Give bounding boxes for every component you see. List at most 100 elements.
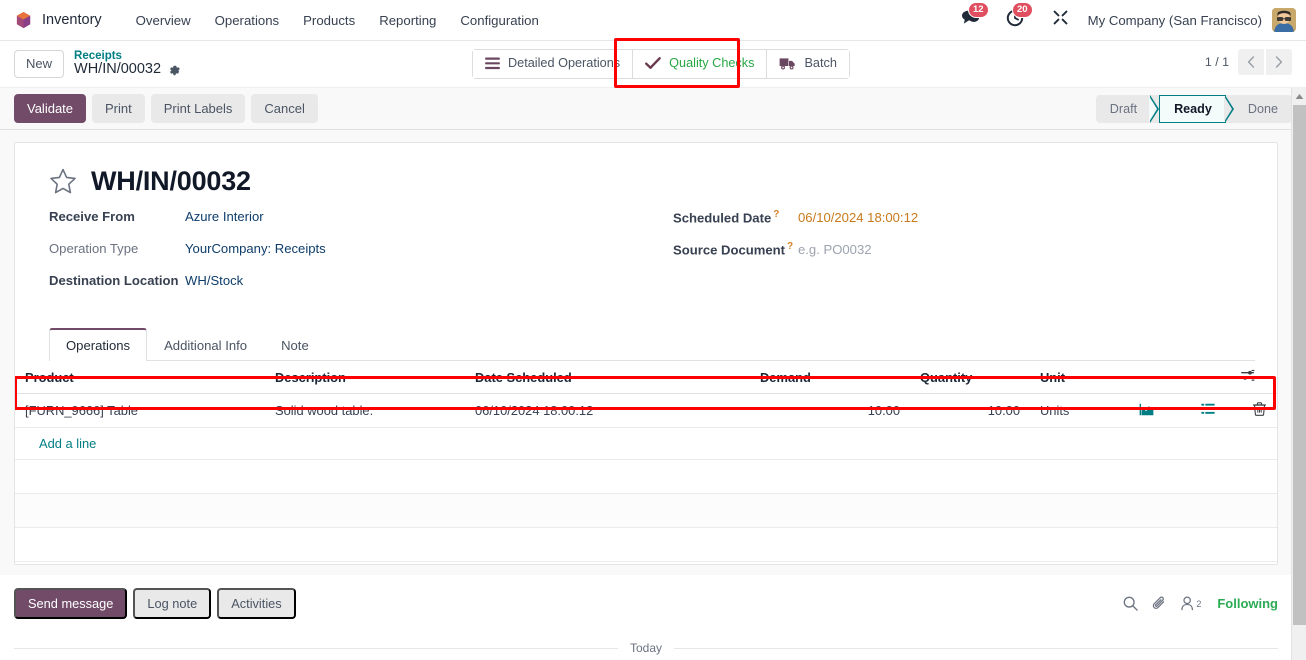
- sheet-container: WH/IN/00032 Receive From Azure Interior …: [0, 130, 1306, 575]
- status-done[interactable]: Done: [1234, 95, 1292, 123]
- app-name[interactable]: Inventory: [42, 12, 102, 28]
- filler-row: [15, 527, 1277, 562]
- field-label-source-document: Source Document?: [673, 241, 798, 257]
- attachment-paperclip-icon[interactable]: [1152, 596, 1167, 611]
- send-message-button[interactable]: Send message: [14, 588, 128, 620]
- status-bar: Draft Ready Done: [1095, 94, 1292, 123]
- print-button[interactable]: Print: [92, 93, 145, 124]
- col-quantity[interactable]: Quantity: [910, 361, 1030, 394]
- forecast-report-button[interactable]: [1115, 393, 1177, 428]
- title-row: WH/IN/00032: [49, 166, 1255, 197]
- field-destination-location: Destination Location WH/Stock: [49, 273, 664, 305]
- today-separator: Today: [14, 641, 1278, 655]
- bug-wrench-icon: [1052, 9, 1069, 31]
- menu-overview[interactable]: Overview: [124, 9, 203, 32]
- activities-button[interactable]: Activities: [217, 588, 296, 620]
- detailed-operations-button[interactable]: Detailed Operations: [473, 50, 634, 78]
- action-bar: Validate Print Print Labels Cancel Draft…: [0, 87, 1306, 130]
- print-labels-button[interactable]: Print Labels: [150, 93, 246, 124]
- field-receive-from: Receive From Azure Interior: [49, 209, 664, 241]
- tab-additional-info[interactable]: Additional Info: [147, 328, 264, 361]
- field-value-destination-location[interactable]: WH/Stock: [185, 273, 243, 288]
- menu-reporting[interactable]: Reporting: [367, 9, 448, 32]
- detailed-operations-row-button[interactable]: [1177, 393, 1239, 428]
- help-tooltip-icon[interactable]: ?: [787, 241, 793, 252]
- field-group-right: Scheduled Date? 06/10/2024 18:00:12 Sour…: [673, 209, 1233, 305]
- quality-checks-button[interactable]: Quality Checks: [633, 50, 768, 78]
- field-source-document: Source Document? e.g. PO0032: [673, 241, 1233, 273]
- menu-configuration[interactable]: Configuration: [448, 9, 550, 32]
- cell-demand[interactable]: 10.00: [750, 393, 910, 428]
- help-tooltip-icon[interactable]: ?: [773, 209, 779, 220]
- cell-unit[interactable]: Units: [1030, 393, 1115, 428]
- delete-row-button[interactable]: [1239, 393, 1277, 428]
- cancel-button[interactable]: Cancel: [251, 93, 318, 124]
- area-chart-icon: [1139, 403, 1154, 416]
- status-draft[interactable]: Draft: [1096, 95, 1151, 123]
- col-description[interactable]: Description: [265, 361, 465, 394]
- company-switcher[interactable]: My Company (San Francisco): [1078, 13, 1270, 28]
- activities-badge: 20: [1012, 1, 1033, 18]
- field-group-left: Receive From Azure Interior Operation Ty…: [49, 209, 664, 305]
- optional-columns-toggle[interactable]: [1239, 361, 1277, 394]
- control-panel-button-group: Detailed Operations Quality Checks Batch: [472, 49, 850, 79]
- table-row[interactable]: [FURN_9666] Table Solid wood table. 06/1…: [15, 393, 1277, 428]
- pager-next-button[interactable]: [1266, 49, 1292, 75]
- messages-button[interactable]: 12: [952, 2, 989, 31]
- quality-checks-label: Quality Checks: [669, 56, 755, 70]
- source-document-label-text: Source Document: [673, 242, 786, 258]
- add-a-line-button[interactable]: Add a line: [39, 436, 96, 451]
- user-avatar[interactable]: [1272, 8, 1296, 32]
- field-value-source-document[interactable]: e.g. PO0032: [798, 242, 872, 257]
- top-navbar: Inventory Overview Operations Products R…: [0, 0, 1306, 41]
- menu-products[interactable]: Products: [291, 9, 367, 32]
- field-value-scheduled-date[interactable]: 06/10/2024 18:00:12: [798, 210, 918, 225]
- col-demand[interactable]: Demand: [750, 361, 910, 394]
- following-status[interactable]: Following: [1217, 596, 1278, 611]
- cell-description[interactable]: Solid wood table.: [265, 393, 465, 428]
- messages-badge: 12: [968, 2, 989, 18]
- operations-table: Product Description Date Scheduled Deman…: [15, 361, 1277, 562]
- scroll-up-button[interactable]: [1292, 88, 1306, 104]
- cell-product[interactable]: [FURN_9666] Table: [15, 393, 265, 428]
- vertical-scrollbar[interactable]: [1291, 88, 1306, 660]
- batch-label: Batch: [804, 56, 837, 70]
- field-operation-type: Operation Type YourCompany: Receipts: [49, 241, 664, 273]
- search-icon[interactable]: [1123, 596, 1139, 611]
- menu-operations[interactable]: Operations: [203, 9, 292, 32]
- tab-operations[interactable]: Operations: [49, 328, 148, 361]
- tab-note[interactable]: Note: [264, 328, 326, 361]
- cell-date-scheduled[interactable]: 06/10/2024 18:00:12: [465, 393, 750, 428]
- scrollbar-thumb[interactable]: [1293, 105, 1306, 625]
- batch-button[interactable]: Batch: [767, 50, 849, 78]
- developer-tools-button[interactable]: [1043, 9, 1078, 31]
- validate-button[interactable]: Validate: [14, 93, 87, 124]
- cell-quantity[interactable]: 10.00: [910, 393, 1030, 428]
- status-ready[interactable]: Ready: [1159, 94, 1226, 123]
- field-label-destination-location: Destination Location: [49, 273, 179, 288]
- today-label: Today: [629, 641, 663, 656]
- breadcrumb-current: WH/IN/00032: [74, 61, 181, 78]
- log-note-button[interactable]: Log note: [133, 588, 212, 620]
- breadcrumb: Receipts WH/IN/00032: [74, 50, 181, 79]
- field-value-operation-type[interactable]: YourCompany: Receipts: [185, 241, 326, 256]
- star-icon[interactable]: [49, 168, 77, 195]
- field-value-receive-from[interactable]: Azure Interior: [185, 209, 264, 224]
- chatter: Send message Log note Activities 2 Follo…: [0, 578, 1292, 656]
- add-line-row: Add a line: [15, 427, 1277, 460]
- followers-button[interactable]: 2: [1181, 596, 1201, 611]
- truck-icon: [779, 57, 796, 70]
- pager-previous-button[interactable]: [1238, 49, 1264, 75]
- col-date-scheduled[interactable]: Date Scheduled: [465, 361, 750, 394]
- gear-icon[interactable]: [168, 64, 181, 77]
- trash-icon: [1252, 402, 1266, 416]
- col-product[interactable]: Product: [15, 361, 265, 394]
- sliders-icon: [1241, 369, 1255, 382]
- odoo-inventory-app: Inventory Overview Operations Products R…: [0, 0, 1306, 660]
- new-button[interactable]: New: [14, 50, 65, 78]
- col-unit[interactable]: Unit: [1030, 361, 1115, 394]
- breadcrumb-current-label: WH/IN/00032: [74, 61, 162, 78]
- page-title: WH/IN/00032: [91, 166, 251, 196]
- activities-button[interactable]: 20: [997, 1, 1033, 32]
- odoo-logo-icon[interactable]: [14, 11, 33, 30]
